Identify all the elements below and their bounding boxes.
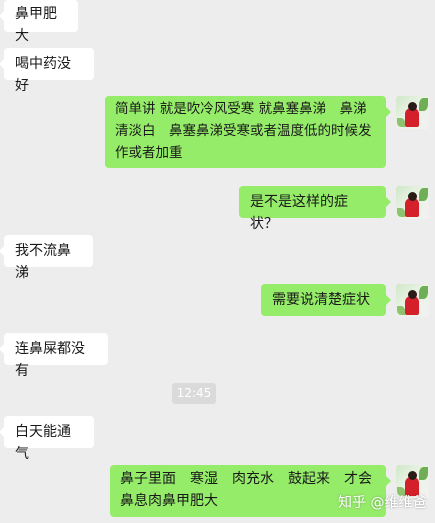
message-text: 需要说清楚症状 — [272, 292, 370, 308]
message-text: 白天能通气 — [15, 424, 71, 462]
message-text: 鼻子里面 寒湿 肉充水 鼓起来 才会鼻息肉鼻甲肥大 — [120, 471, 372, 509]
message-bubble-outgoing[interactable]: 是不是这样的症状？ — [239, 186, 391, 232]
message-bubble-incoming[interactable]: 白天能通气 — [0, 416, 94, 462]
message-bubble-outgoing[interactable]: 简单讲 就是吹冷风受寒 就鼻塞鼻涕 鼻涕清淡白 鼻塞鼻涕受寒或者温度低的时候发作… — [105, 96, 391, 168]
user-avatar[interactable] — [396, 96, 429, 129]
message-bubble-incoming[interactable]: 喝中药没好 — [0, 48, 94, 94]
message-timestamp: 12:45 — [172, 383, 216, 404]
message-text: 简单讲 就是吹冷风受寒 就鼻塞鼻涕 鼻涕清淡白 鼻塞鼻涕受寒或者温度低的时候发作… — [115, 101, 372, 161]
message-bubble-incoming[interactable]: 连鼻屎都没有 — [0, 333, 108, 379]
message-text: 鼻甲肥大 — [15, 6, 57, 44]
message-text: 我不流鼻涕 — [15, 243, 71, 281]
message-text: 喝中药没好 — [15, 56, 71, 94]
user-avatar[interactable] — [396, 186, 429, 219]
message-bubble-incoming[interactable]: 鼻甲肥大 — [0, 0, 78, 44]
message-bubble-outgoing[interactable]: 需要说清楚症状 — [261, 284, 391, 316]
message-text: 连鼻屎都没有 — [15, 341, 85, 379]
watermark: 知乎 @维维爸 — [338, 495, 427, 511]
message-bubble-incoming[interactable]: 我不流鼻涕 — [0, 235, 93, 281]
user-avatar[interactable] — [396, 284, 429, 317]
message-text: 是不是这样的症状？ — [250, 194, 348, 232]
